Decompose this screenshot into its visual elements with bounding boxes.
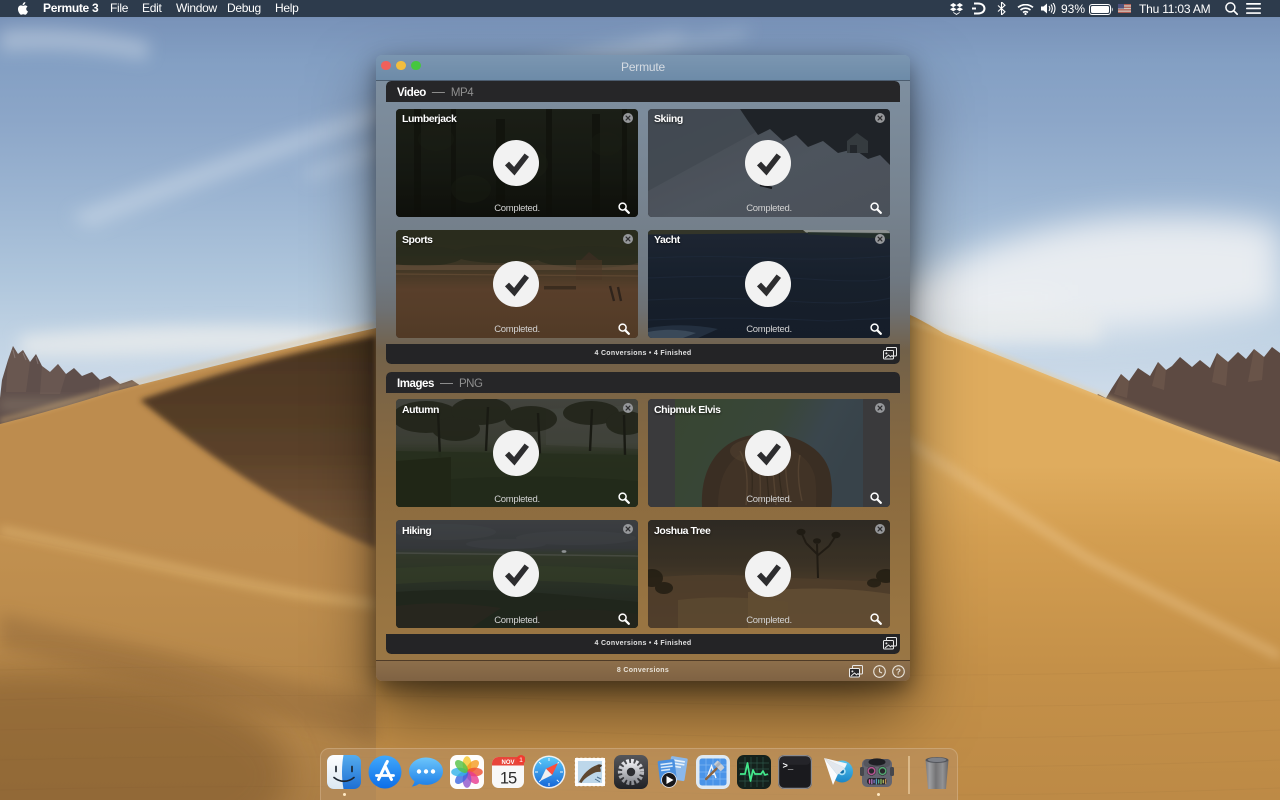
svg-text:NOV: NOV: [501, 760, 514, 766]
svg-text:1: 1: [519, 757, 523, 764]
svg-text:>_: >_: [783, 762, 794, 772]
svg-text:15: 15: [500, 770, 517, 788]
svg-text:?: ?: [895, 666, 901, 676]
